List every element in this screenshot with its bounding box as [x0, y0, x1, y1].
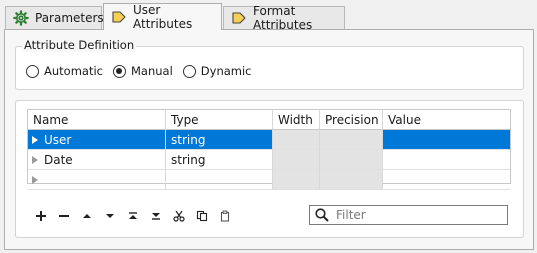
tab-user-attributes[interactable]: User Attributes [103, 3, 222, 31]
cell-type[interactable]: string [166, 150, 273, 170]
column-header-name[interactable]: Name [28, 110, 166, 130]
radio-label: Manual [130, 64, 173, 78]
cell-type[interactable] [166, 170, 273, 190]
cell-name[interactable]: User [28, 130, 166, 150]
cell-precision [320, 150, 383, 170]
remove-icon [58, 215, 69, 217]
move-down-icon [105, 214, 114, 218]
search-icon [314, 207, 330, 223]
move-bottom-icon [151, 213, 160, 220]
attributes-table: Name Type Width Precision Value User str… [27, 109, 511, 190]
radio-circle[interactable] [182, 64, 196, 78]
column-header-width[interactable]: Width [273, 110, 320, 130]
user-attributes-panel: Attribute Definition Automatic Manual Dy… [4, 29, 534, 250]
radio-label: Dynamic [200, 64, 252, 78]
row-expand-icon[interactable] [32, 176, 38, 184]
attributes-table-box: Name Type Width Precision Value User str… [15, 100, 524, 238]
column-header-type[interactable]: Type [166, 110, 273, 130]
cell-precision [320, 130, 383, 150]
cell-width [273, 150, 320, 170]
row-expand-icon[interactable] [32, 136, 38, 144]
attribute-arrow-icon [111, 9, 127, 25]
radio-dynamic[interactable]: Dynamic [182, 64, 252, 78]
cell-name[interactable] [28, 170, 166, 190]
paste-icon [220, 210, 229, 222]
tab-label: Parameters [35, 11, 104, 25]
tab-format-attributes[interactable]: Format Attributes [223, 4, 345, 32]
table-row[interactable]: Date string [28, 150, 510, 170]
radio-circle[interactable] [26, 64, 39, 78]
gear-icon [13, 10, 29, 26]
cell-name[interactable]: Date [28, 150, 166, 170]
radio-manual[interactable]: Manual [112, 64, 173, 78]
cell-type[interactable]: string [166, 130, 273, 150]
column-header-value[interactable]: Value [383, 110, 510, 130]
table-row[interactable]: User string [28, 130, 510, 150]
cell-width [273, 170, 320, 190]
copy-icon [196, 210, 207, 222]
cell-value[interactable] [383, 130, 510, 150]
table-row-new[interactable] [28, 170, 510, 190]
attribute-definition-group: Attribute Definition Automatic Manual Dy… [15, 38, 524, 90]
table-toolbar [29, 207, 236, 225]
radio-circle-selected[interactable] [112, 64, 126, 78]
add-icon [35, 211, 46, 221]
tab-label: Format Attributes [253, 4, 313, 32]
cut-icon [172, 210, 185, 222]
cell-value[interactable] [383, 170, 510, 190]
column-header-precision[interactable]: Precision [320, 110, 383, 130]
copy-button[interactable] [190, 207, 213, 225]
group-title: Attribute Definition [22, 38, 137, 52]
attribute-definition-options: Automatic Manual Dynamic [26, 64, 262, 78]
cell-value[interactable] [383, 150, 510, 170]
radio-automatic[interactable]: Automatic [26, 64, 103, 78]
tab-label: User Attributes [133, 3, 193, 31]
move-down-button[interactable] [98, 207, 121, 225]
move-bottom-button[interactable] [144, 207, 167, 225]
filter-input[interactable] [336, 208, 496, 222]
attribute-arrow-icon [231, 10, 247, 26]
cell-precision [320, 170, 383, 190]
tab-bar: Parameters User Attributes Format Attrib… [0, 0, 537, 32]
cell-width [273, 130, 320, 150]
table-header-row: Name Type Width Precision Value [28, 110, 510, 130]
tab-parameters[interactable]: Parameters [5, 6, 104, 29]
cut-button[interactable] [167, 207, 190, 225]
filter-field[interactable] [309, 205, 508, 225]
move-up-button[interactable] [75, 207, 98, 225]
paste-button[interactable] [213, 207, 236, 225]
remove-button[interactable] [52, 207, 75, 225]
move-up-icon [82, 214, 91, 218]
row-expand-icon[interactable] [32, 156, 38, 164]
add-button[interactable] [29, 207, 52, 225]
radio-label: Automatic [44, 64, 103, 78]
move-top-icon [128, 212, 137, 219]
move-top-button[interactable] [121, 207, 144, 225]
